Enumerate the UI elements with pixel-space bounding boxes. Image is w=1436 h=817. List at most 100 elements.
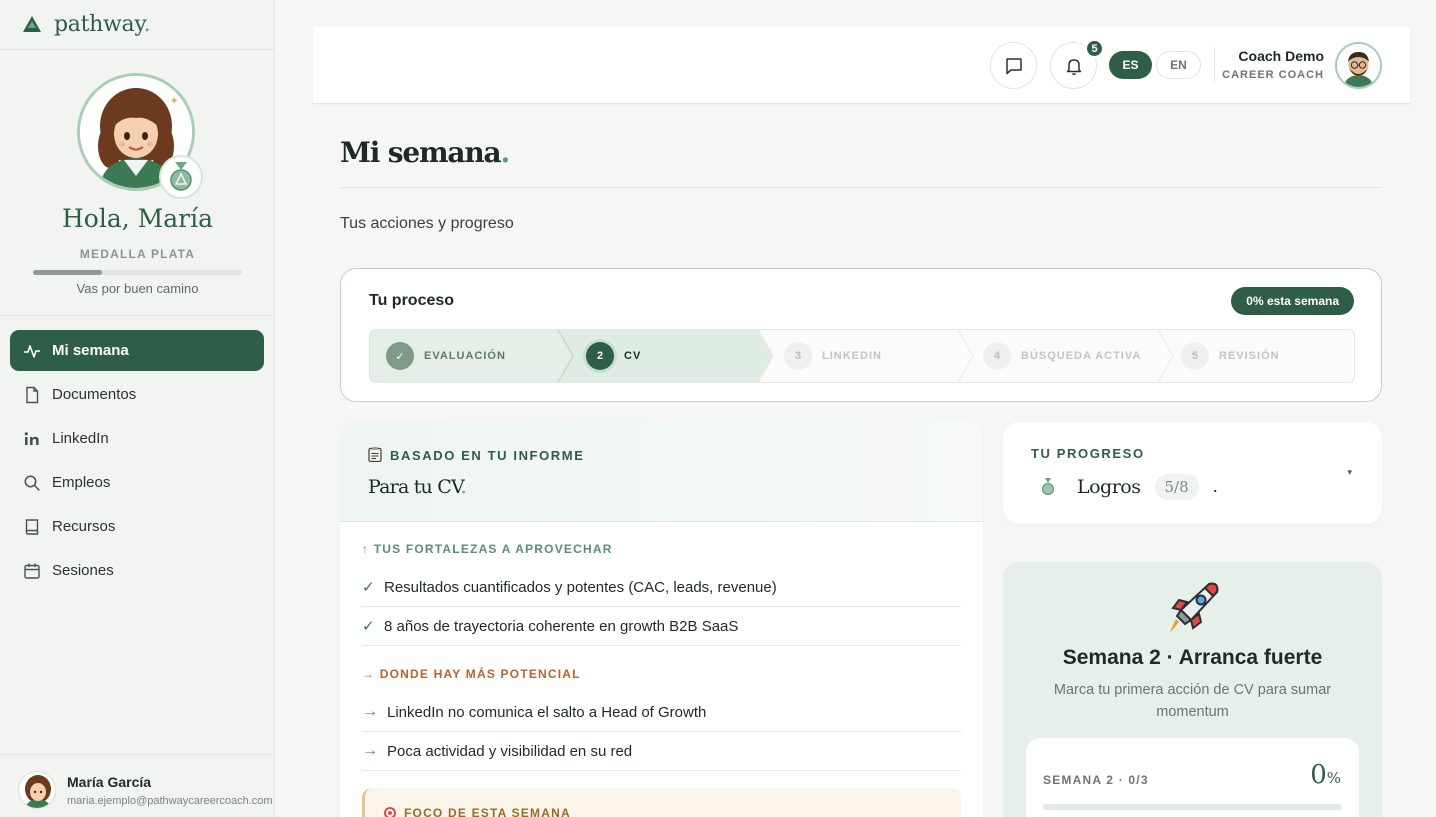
sidebar-item-label: Sesiones (52, 562, 114, 579)
strengths-heading: ↑ TUS FORTALEZAS A APROVECHAR (362, 542, 613, 556)
activity-icon (23, 342, 41, 360)
page-subtitle: Tus acciones y progreso (340, 215, 514, 232)
step-label: BÚSQUEDA ACTIVA (1021, 350, 1142, 362)
user-name: María García (67, 774, 152, 790)
sidebar-nav: Mi semana Documentos LinkedIn Empleos Re… (10, 330, 264, 594)
medal-progress-bar (33, 270, 242, 275)
process-stepper: ✓ EVALUACIÓN 2 CV 3 LINKEDIN 4 BÚSQUEDA … (369, 329, 1355, 383)
chat-icon (1005, 57, 1022, 74)
sidebar-item-linkedin[interactable]: LinkedIn (10, 418, 264, 459)
brand-logo[interactable]: pathway. (22, 10, 151, 38)
medal-progress-fill (33, 270, 102, 275)
divider (1214, 47, 1215, 83)
report-kicker: BASADO EN TU INFORME (368, 446, 585, 465)
search-icon (23, 474, 41, 492)
divider (0, 49, 274, 50)
report-card: BASADO EN TU INFORME Para tu CV. ↑ TUS F… (340, 422, 983, 817)
sidebar-item-empleos[interactable]: Empleos (10, 462, 264, 503)
list-item: ✓ Resultados cuantificados y potentes (C… (362, 568, 961, 607)
sidebar-item-label: Mi semana (52, 342, 129, 359)
notifications-button[interactable]: 5 (1050, 39, 1104, 89)
bell-icon (1066, 58, 1081, 75)
clipboard-icon (368, 446, 382, 465)
lang-es-button[interactable]: ES (1109, 51, 1152, 79)
svg-text:✦: ✦ (170, 96, 178, 107)
check-icon: ✓ (362, 579, 375, 596)
step-number: 2 (586, 342, 614, 370)
achievements-count: 5/8 (1154, 474, 1199, 500)
rocket-icon (1170, 582, 1219, 632)
sidebar-item-recursos[interactable]: Recursos (10, 506, 264, 547)
step-evaluacion[interactable]: ✓ EVALUACIÓN (386, 330, 506, 382)
notification-count-badge: 5 (1085, 39, 1104, 58)
step-cv[interactable]: 2 CV (586, 330, 641, 382)
week-progress-panel: SEMANA 2 · 0/3 0% (1026, 738, 1359, 817)
medal-badge (159, 155, 203, 199)
check-icon: ✓ (362, 618, 375, 635)
topbar: 5 ES EN Coach Demo CAREER COACH (313, 27, 1410, 104)
medal-label: MEDALLA PLATA (79, 247, 196, 261)
step-linkedin[interactable]: 3 LINKEDIN (784, 330, 882, 382)
brand-name: pathway. (54, 11, 151, 37)
achievements-title: Logros (1077, 476, 1141, 498)
arrow-right-icon: → (362, 703, 378, 720)
target-icon (384, 807, 396, 817)
sidebar-item-label: Documentos (52, 386, 137, 403)
step-busqueda-activa[interactable]: 4 BÚSQUEDA ACTIVA (983, 330, 1141, 382)
report-card-header: BASADO EN TU INFORME Para tu CV. (340, 422, 983, 522)
report-title: Para tu CV. (368, 476, 467, 498)
progress-kicker: TU PROGRESO (1031, 446, 1145, 461)
step-label: EVALUACIÓN (424, 350, 506, 362)
sidebar-item-label: Empleos (52, 474, 111, 491)
week-progress-bar (1043, 804, 1342, 810)
calendar-icon (23, 562, 41, 580)
week-progress-label: SEMANA 2 · 0/3 (1043, 773, 1149, 787)
medal-icon (170, 162, 192, 191)
coach-avatar[interactable] (1335, 42, 1382, 89)
step-revision[interactable]: 5 REVISIÓN (1181, 330, 1280, 382)
sidebar-item-label: Recursos (52, 518, 116, 535)
book-icon (23, 518, 41, 536)
chevron-down-icon[interactable]: ▾ (1347, 467, 1352, 478)
user-email: maria.ejemplo@pathwaycareercoach.com (67, 795, 273, 807)
week-subtitle: Marca tu primera acción de CV para sumar… (1053, 682, 1332, 720)
sidebar-item-label: LinkedIn (52, 430, 109, 447)
list-item: → LinkedIn no comunica el salto a Head o… (362, 693, 961, 732)
lang-en-button[interactable]: EN (1156, 51, 1201, 79)
list-item: ✓ 8 años de trayectoria coherente en gro… (362, 607, 961, 646)
avatar (18, 771, 56, 809)
achievements-trailing: . (1212, 476, 1218, 497)
coach-avatar-icon (1337, 44, 1380, 87)
focus-box: FOCO DE ESTA SEMANA (362, 788, 961, 817)
medal-icon (1042, 478, 1054, 495)
user-footer[interactable]: María García maria.ejemplo@pathwaycareer… (0, 754, 274, 817)
step-label: LINKEDIN (822, 350, 882, 362)
medal-status: Vas por buen camino (76, 281, 199, 296)
greeting: Hola, María (61, 204, 213, 233)
progress-card[interactable]: TU PROGRESO Logros 5/8 . ▾ (1003, 422, 1382, 524)
coach-name: Coach Demo (1238, 48, 1324, 64)
coach-role: CAREER COACH (1222, 69, 1324, 81)
page-title: Mi semana. (340, 136, 510, 169)
sidebar-item-sesiones[interactable]: Sesiones (10, 550, 264, 591)
focus-label: FOCO DE ESTA SEMANA (383, 806, 571, 817)
step-label: CV (624, 350, 642, 362)
process-title: Tu proceso (369, 292, 455, 309)
potential-heading: → DONDE HAY MÁS POTENCIAL (362, 667, 581, 681)
profile-avatar[interactable]: ✦ (77, 73, 203, 199)
sidebar-item-documentos[interactable]: Documentos (10, 374, 264, 415)
step-number: 5 (1181, 342, 1209, 370)
process-card: Tu proceso 0% esta semana ✓ EVALUACIÓN 2… (340, 268, 1382, 402)
messages-button[interactable] (990, 42, 1037, 89)
list-item-text: Resultados cuantificados y potentes (CAC… (384, 578, 777, 596)
mountain-logo-icon (23, 16, 41, 32)
list-item-text: LinkedIn no comunica el salto a Head of … (387, 703, 707, 721)
sidebar-item-mi-semana[interactable]: Mi semana (10, 330, 264, 371)
user-avatar-icon (25, 775, 51, 808)
week-progress-percent: 0% (1310, 760, 1341, 790)
achievements-row: Logros 5/8 . (1041, 474, 1218, 500)
list-item: → Poca actividad y visibilidad en su red (362, 732, 961, 771)
linkedin-icon (23, 430, 41, 448)
list-item-text: 8 años de trayectoria coherente en growt… (384, 617, 739, 635)
list-item-text: Poca actividad y visibilidad en su red (387, 742, 633, 760)
